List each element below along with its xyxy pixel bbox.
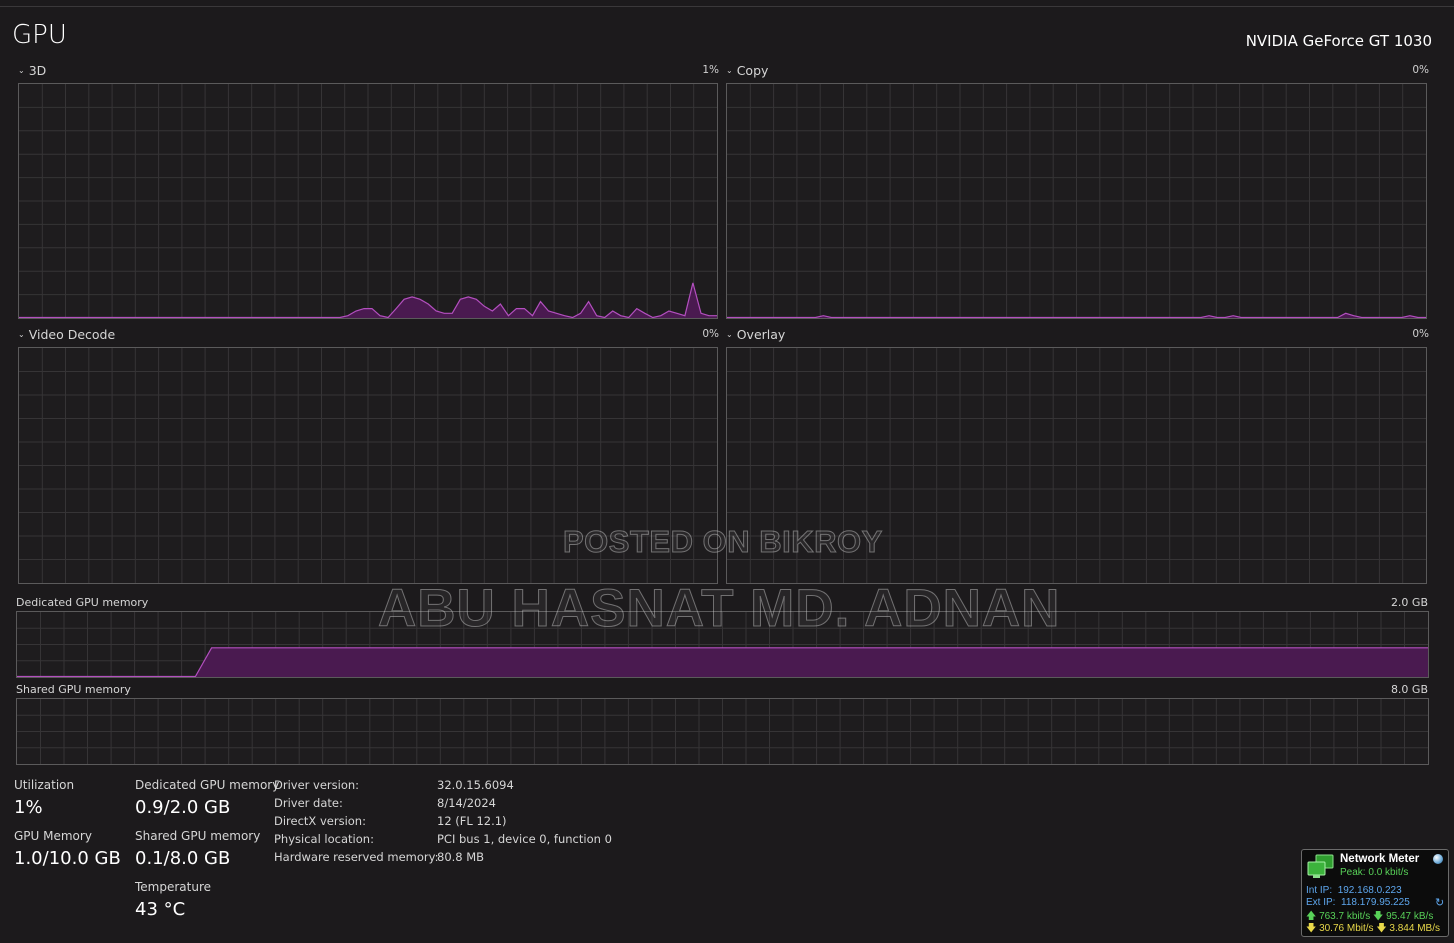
engine-label-video-decode: Video Decode: [28, 327, 116, 342]
engine-label-3d: 3D: [28, 63, 47, 78]
engine-selector-3d[interactable]: ⌄ 3D: [18, 63, 46, 78]
temperature-value: 43 °C: [135, 899, 186, 920]
external-ip-label: Ext IP:: [1306, 897, 1336, 908]
physical-location-label: Physical location:: [274, 832, 374, 846]
grid-lines: [727, 84, 1426, 318]
watermark-author: ABU HASNAT MD. ADNAN: [377, 579, 1061, 639]
driver-date-value: 8/14/2024: [437, 796, 496, 810]
temperature-label: Temperature: [135, 880, 212, 894]
external-ip-row: Ext IP: 118.179.95.225: [1306, 897, 1410, 908]
internal-ip-value: 192.168.0.223: [1337, 885, 1402, 896]
internal-ip-label: Int IP:: [1306, 885, 1333, 896]
chevron-down-icon: ⌄: [726, 330, 733, 339]
shared-memory-max: 8.0 GB: [1390, 683, 1428, 696]
driver-version-label: Driver version:: [274, 778, 360, 792]
page-title: GPU: [12, 20, 67, 50]
grid-lines: [17, 699, 1428, 764]
network-meter-title: Network Meter: [1340, 853, 1420, 865]
utilization-value: 1%: [14, 797, 43, 818]
graph-shared-memory: [16, 698, 1429, 765]
engine-selector-copy[interactable]: ⌄ Copy: [726, 63, 768, 78]
chart-shared-memory-svg: [17, 699, 1428, 764]
globe-icon: [1433, 854, 1443, 864]
shared-memory-stat-label: Shared GPU memory: [135, 829, 261, 843]
shared-memory-label: Shared GPU memory: [16, 683, 131, 696]
chevron-down-icon: ⌄: [18, 66, 25, 75]
engine-selector-video-decode[interactable]: ⌄ Video Decode: [18, 327, 115, 342]
directx-version-value: 12 (FL 12.1): [437, 814, 507, 828]
chevron-down-icon: ⌄: [18, 330, 25, 339]
physical-location-value: PCI bus 1, device 0, function 0: [437, 832, 612, 846]
upload-arrow-icon: 🡇: [1306, 923, 1317, 934]
download-arrow-icon: 🡇: [1376, 923, 1387, 934]
dedicated-memory-label: Dedicated GPU memory: [16, 596, 149, 609]
reserved-memory-value: 80.8 MB: [437, 850, 485, 864]
driver-version-value: 32.0.15.6094: [437, 778, 514, 792]
engine-percent-3d: 1%: [702, 64, 719, 76]
gpu-memory-label: GPU Memory: [14, 829, 92, 843]
utilization-label: Utilization: [14, 778, 75, 792]
window-top-border: [0, 6, 1454, 7]
chart-3d-svg: [19, 84, 717, 318]
dedicated-memory-max: 2.0 GB: [1390, 596, 1428, 609]
speed-row-2: 🡇 30.76 Mbit/s 🡇 3.844 MB/s: [1306, 921, 1440, 938]
shared-memory-stat-value: 0.1/8.0 GB: [135, 848, 231, 869]
directx-version-label: DirectX version:: [274, 814, 366, 828]
dedicated-memory-stat-label: Dedicated GPU memory: [135, 778, 280, 792]
engine-label-copy: Copy: [736, 63, 769, 78]
engine-percent-video-decode: 0%: [702, 328, 719, 340]
internal-ip-row: Int IP: 192.168.0.223: [1306, 885, 1402, 896]
engine-percent-overlay: 0%: [1412, 328, 1429, 340]
grid-lines: [19, 84, 717, 318]
graph-copy: [726, 83, 1427, 319]
reserved-memory-label: Hardware reserved memory:: [274, 850, 439, 864]
chevron-down-icon: ⌄: [726, 66, 733, 75]
refresh-icon[interactable]: ↻: [1435, 896, 1444, 909]
chart-copy-svg: [727, 84, 1426, 318]
upload-speed-2: 30.76 Mbit/s: [1319, 923, 1374, 934]
network-peak: Peak: 0.0 kbit/s: [1340, 867, 1409, 878]
graph-3d: [18, 83, 718, 319]
external-ip-value: 118.179.95.225: [1341, 897, 1410, 908]
series-area: [17, 647, 1428, 677]
gpu-memory-value: 1.0/10.0 GB: [14, 848, 121, 869]
engine-label-overlay: Overlay: [736, 327, 786, 342]
gpu-model-name: NVIDIA GeForce GT 1030: [1245, 32, 1432, 50]
download-speed-2: 3.844 MB/s: [1389, 923, 1440, 934]
network-computers-icon: [1307, 854, 1334, 878]
network-meter-gadget[interactable]: Network Meter Peak: 0.0 kbit/s Int IP: 1…: [1301, 849, 1449, 937]
engine-selector-overlay[interactable]: ⌄ Overlay: [726, 327, 785, 342]
engine-percent-copy: 0%: [1412, 64, 1429, 76]
dedicated-memory-stat-value: 0.9/2.0 GB: [135, 797, 231, 818]
driver-date-label: Driver date:: [274, 796, 343, 810]
watermark-posted-on: POSTED ON BIKROY: [563, 524, 883, 560]
